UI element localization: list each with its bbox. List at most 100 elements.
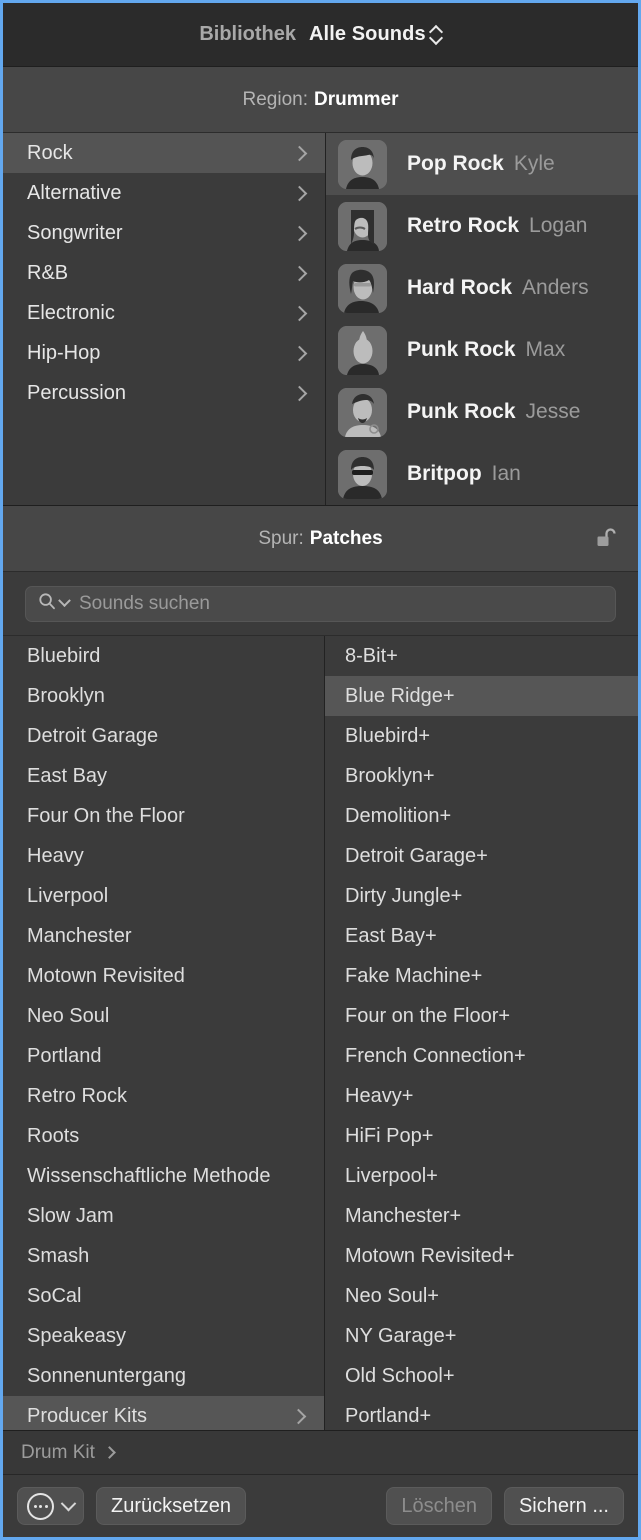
patch-row[interactable]: Demolition+	[325, 796, 638, 836]
patch-label: Heavy	[27, 844, 84, 867]
chevron-right-icon	[291, 265, 308, 281]
genre-column[interactable]: Rock Alternative Songwriter R&B Electronic Hi…	[3, 133, 326, 505]
action-menu-button[interactable]	[17, 1487, 84, 1525]
patch-row[interactable]: Old School+	[325, 1356, 638, 1396]
sound-scope-popup[interactable]: Alle Sounds	[309, 23, 442, 46]
patch-label: HiFi Pop+	[345, 1124, 434, 1147]
patch-category-row[interactable]: Sonnenuntergang	[3, 1356, 324, 1396]
genre-row[interactable]: Percussion	[3, 373, 325, 413]
drummer-row[interactable]: Punk Rock Jesse	[326, 381, 638, 443]
patch-row[interactable]: NY Garage+	[325, 1316, 638, 1356]
region-header-value: Drummer	[314, 88, 399, 110]
drummer-style: Punk Rock	[407, 338, 516, 361]
drummer-row[interactable]: Retro Rock Logan	[326, 195, 638, 257]
chevron-down-icon[interactable]	[58, 594, 71, 608]
drummer-style: Britpop	[407, 462, 482, 485]
drummer-name: Logan	[529, 214, 588, 237]
patch-row[interactable]: HiFi Pop+	[325, 1116, 638, 1156]
patch-list-column[interactable]: 8-Bit+ Blue Ridge+ Bluebird+ Brooklyn+ Demol…	[325, 636, 638, 1430]
patch-category-row[interactable]: SoCal	[3, 1276, 324, 1316]
search-input[interactable]: Sounds suchen	[79, 593, 210, 615]
patch-category-row[interactable]: Neo Soul	[3, 996, 324, 1036]
chevron-right-icon	[291, 345, 308, 361]
patch-label: Fake Machine+	[345, 964, 483, 987]
patch-category-row[interactable]: Manchester	[3, 916, 324, 956]
genre-row[interactable]: Hip-Hop	[3, 333, 325, 373]
patch-category-row[interactable]: Four On the Floor	[3, 796, 324, 836]
patch-label: Bluebird	[27, 644, 101, 667]
patch-label: East Bay+	[345, 924, 437, 947]
patch-category-column[interactable]: Bluebird Brooklyn Detroit Garage East Bay Fo…	[3, 636, 325, 1430]
patch-category-row[interactable]: Brooklyn	[3, 676, 324, 716]
patch-category-row[interactable]: Portland	[3, 1036, 324, 1076]
avatar	[338, 325, 387, 375]
breadcrumb[interactable]: Drum Kit	[3, 1431, 638, 1475]
patch-category-row[interactable]: Bluebird	[3, 636, 324, 676]
patch-row[interactable]: French Connection+	[325, 1036, 638, 1076]
patch-row[interactable]: Manchester+	[325, 1196, 638, 1236]
ellipsis-circle-icon	[27, 1492, 54, 1520]
patch-label: Liverpool+	[345, 1164, 438, 1187]
patch-row[interactable]: Four on the Floor+	[325, 996, 638, 1036]
patch-row[interactable]: Motown Revisited+	[325, 1236, 638, 1276]
patch-row[interactable]: East Bay+	[325, 916, 638, 956]
patch-category-row[interactable]: Detroit Garage	[3, 716, 324, 756]
patch-category-row[interactable]: Producer Kits	[3, 1396, 324, 1430]
genre-row[interactable]: R&B	[3, 253, 325, 293]
patch-label: Manchester+	[345, 1204, 462, 1227]
patch-label: Four on the Floor+	[345, 1004, 511, 1027]
track-header-prefix: Spur:	[258, 527, 304, 549]
drummer-row[interactable]: Punk Rock Max	[326, 319, 638, 381]
patch-category-row[interactable]: East Bay	[3, 756, 324, 796]
genre-row[interactable]: Electronic	[3, 293, 325, 333]
delete-button[interactable]: Löschen	[386, 1487, 492, 1525]
patch-category-row[interactable]: Liverpool	[3, 876, 324, 916]
patch-label: Neo Soul	[27, 1004, 110, 1027]
patch-label: SoCal	[27, 1284, 82, 1307]
drummer-row[interactable]: Britpop Ian	[326, 443, 638, 505]
search-field[interactable]: Sounds suchen	[25, 585, 616, 622]
genre-row[interactable]: Songwriter	[3, 213, 325, 253]
breadcrumb-label: Drum Kit	[21, 1441, 95, 1463]
patch-category-row[interactable]: Roots	[3, 1116, 324, 1156]
chevron-right-icon	[103, 1446, 116, 1459]
patch-label: Brooklyn+	[345, 764, 435, 787]
patch-row[interactable]: Fake Machine+	[325, 956, 638, 996]
patch-row[interactable]: Dirty Jungle+	[325, 876, 638, 916]
patch-row[interactable]: Brooklyn+	[325, 756, 638, 796]
avatar	[338, 263, 387, 313]
patch-label: Motown Revisited+	[345, 1244, 515, 1267]
patch-label: Sonnenuntergang	[27, 1364, 187, 1387]
patch-row[interactable]: Bluebird+	[325, 716, 638, 756]
patch-label: Portland+	[345, 1404, 432, 1427]
patch-category-row[interactable]: Smash	[3, 1236, 324, 1276]
genre-row[interactable]: Alternative	[3, 173, 325, 213]
chevron-right-icon	[291, 145, 308, 161]
patch-row[interactable]: Portland+	[325, 1396, 638, 1430]
patch-row[interactable]: Neo Soul+	[325, 1276, 638, 1316]
chevron-right-icon	[291, 185, 308, 201]
patch-label: Dirty Jungle+	[345, 884, 463, 907]
drummer-column[interactable]: Pop Rock Kyle Retro Rock Logan Hard Rock Ande…	[326, 133, 638, 505]
drummer-row[interactable]: Hard Rock Anders	[326, 257, 638, 319]
patch-label: Motown Revisited	[27, 964, 185, 987]
patch-category-row[interactable]: Speakeasy	[3, 1316, 324, 1356]
patch-row[interactable]: Liverpool+	[325, 1156, 638, 1196]
patch-label: Portland	[27, 1044, 102, 1067]
patch-row[interactable]: 8-Bit+	[325, 636, 638, 676]
patch-row[interactable]: Detroit Garage+	[325, 836, 638, 876]
reset-button[interactable]: Zurücksetzen	[96, 1487, 247, 1525]
patch-category-row[interactable]: Slow Jam	[3, 1196, 324, 1236]
save-button[interactable]: Sichern ...	[503, 1487, 624, 1525]
genre-row[interactable]: Rock	[3, 133, 325, 173]
patch-category-row[interactable]: Retro Rock	[3, 1076, 324, 1116]
chevron-right-icon	[291, 385, 308, 401]
drummer-row[interactable]: Pop Rock Kyle	[326, 133, 638, 195]
patch-category-row[interactable]: Heavy	[3, 836, 324, 876]
patch-label: Old School+	[345, 1364, 455, 1387]
patch-row[interactable]: Heavy+	[325, 1076, 638, 1116]
patch-row[interactable]: Blue Ridge+	[325, 676, 638, 716]
unlocked-padlock-icon[interactable]	[596, 527, 616, 551]
patch-category-row[interactable]: Motown Revisited	[3, 956, 324, 996]
patch-category-row[interactable]: Wissenschaftliche Methode	[3, 1156, 324, 1196]
